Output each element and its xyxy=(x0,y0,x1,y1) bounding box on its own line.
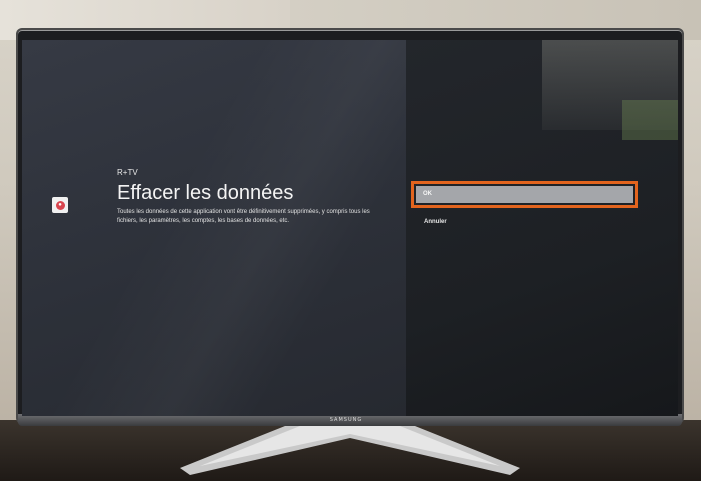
dialog-title: Effacer les données xyxy=(117,182,294,204)
cancel-button[interactable]: Annuler xyxy=(424,219,447,225)
app-icon: ● xyxy=(52,197,68,213)
ok-button[interactable]: OK xyxy=(416,186,633,203)
screen-glare xyxy=(22,40,406,416)
screen-reflection-foliage xyxy=(622,100,678,140)
app-logo-icon: ● xyxy=(55,200,65,210)
app-name: R+TV xyxy=(117,168,138,177)
tv-brand-logo: SAMSUNG xyxy=(329,417,363,423)
tv-stand xyxy=(180,420,520,475)
tv-screen xyxy=(22,40,678,416)
dialog-description: Toutes les données de cette application … xyxy=(117,209,370,224)
